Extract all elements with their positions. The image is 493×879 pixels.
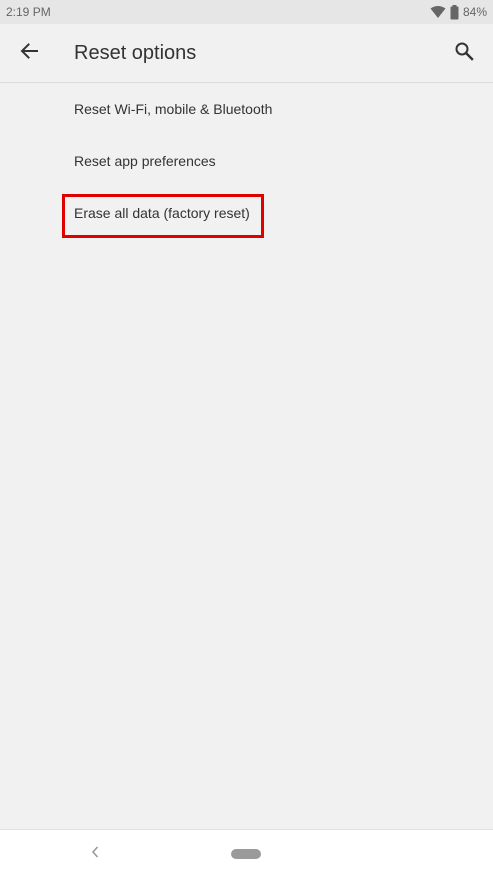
option-label: Reset Wi-Fi, mobile & Bluetooth — [74, 101, 273, 117]
option-label: Erase all data (factory reset) — [74, 205, 250, 221]
navigation-bar — [0, 829, 493, 879]
search-button[interactable] — [447, 36, 481, 70]
option-reset-app-preferences[interactable]: Reset app preferences — [0, 135, 493, 187]
status-time: 2:19 PM — [6, 5, 51, 19]
battery-icon — [450, 4, 459, 20]
option-label: Reset app preferences — [74, 153, 216, 169]
option-factory-reset[interactable]: Erase all data (factory reset) — [0, 187, 493, 239]
nav-back-icon — [90, 845, 100, 864]
status-bar: 2:19 PM 84% — [0, 0, 493, 24]
wifi-icon — [430, 5, 446, 19]
search-icon — [454, 41, 474, 66]
nav-home-pill[interactable] — [231, 849, 261, 859]
arrow-back-icon — [19, 41, 39, 66]
option-reset-network[interactable]: Reset Wi-Fi, mobile & Bluetooth — [0, 83, 493, 135]
nav-back-button[interactable] — [84, 844, 106, 864]
status-indicators: 84% — [430, 4, 487, 20]
page-title: Reset options — [74, 42, 197, 64]
back-button[interactable] — [12, 36, 46, 70]
app-bar: Reset options — [0, 24, 493, 83]
battery-percent: 84% — [462, 5, 487, 19]
